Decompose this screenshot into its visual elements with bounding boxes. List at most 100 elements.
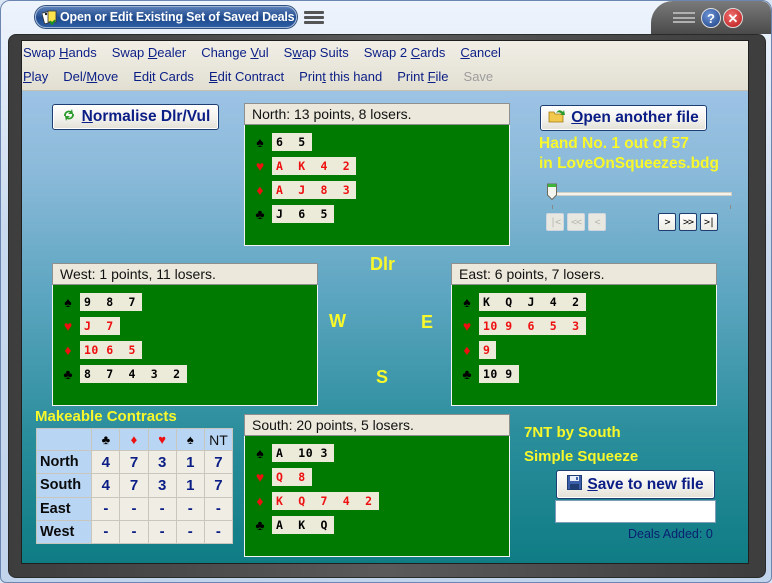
- window-menu-icon[interactable]: [304, 11, 324, 24]
- last-hand-button[interactable]: >|: [700, 213, 718, 231]
- heart-icon: ♥: [255, 158, 265, 174]
- north-diamond-cards[interactable]: A J 8 3: [272, 181, 357, 199]
- menu-item-swap-dealer[interactable]: Swap Dealer: [112, 45, 186, 65]
- east-diamond-cards[interactable]: 9: [479, 341, 497, 359]
- diamond-icon: ♦: [256, 493, 264, 509]
- menu-item-swap-hands[interactable]: Swap Hands: [23, 45, 97, 65]
- north-spade-row: ♠ 6 5: [253, 133, 312, 151]
- spade-icon: ♠: [64, 294, 72, 310]
- menu-row-2: Play Del/Move Edit Cards Edit Contract Print…: [23, 69, 508, 89]
- previous-hand-button: <: [588, 213, 606, 231]
- east-spade-row: ♠ K Q J 4 2: [460, 293, 586, 311]
- corner-cell: [35, 428, 93, 451]
- menu-item-edit-contract[interactable]: Edit Contract: [209, 69, 284, 89]
- tricks-cell: 3: [147, 449, 177, 475]
- east-club-row: ♣ 10 9: [460, 365, 519, 383]
- tricks-cell: -: [147, 519, 177, 545]
- close-button[interactable]: ✕: [723, 8, 743, 28]
- theme-text: Simple Squeeze: [524, 448, 639, 465]
- floppy-disk-icon: [567, 474, 583, 495]
- heart-icon: ♥: [255, 469, 265, 485]
- west-club-cards[interactable]: 8 7 4 3 2: [80, 365, 187, 383]
- tricks-cell: -: [203, 519, 234, 545]
- south-spade-cards[interactable]: A 10 3: [272, 444, 334, 462]
- tricks-cell: 4: [91, 449, 121, 475]
- normalise-label: Normalise Dlr/Vul: [81, 108, 211, 125]
- menu-item-play[interactable]: Play: [23, 69, 48, 89]
- player-name: West: [35, 519, 93, 545]
- slider-tick-start: [552, 205, 553, 209]
- normalise-dlr-vul-button[interactable]: Normalise Dlr/Vul: [52, 104, 219, 130]
- west-diamond-row: ♦ 10 6 5: [61, 341, 142, 359]
- save-to-new-file-button[interactable]: Save to new file: [556, 470, 715, 499]
- north-hand-summary: North: 13 points, 8 losers.: [244, 103, 510, 125]
- open-another-file-button[interactable]: Open another file: [540, 105, 707, 131]
- help-button[interactable]: ?: [701, 8, 721, 28]
- west-diamond-cards[interactable]: 10 6 5: [80, 341, 142, 359]
- west-hand: West: 1 points, 11 losers. ♠ 9 8 7 ♥ J 7 ♦ 10 …: [52, 263, 318, 406]
- tricks-cell: 4: [91, 473, 121, 498]
- slider-thumb[interactable]: [547, 183, 557, 201]
- west-heart-cards[interactable]: J 7: [80, 317, 120, 335]
- menu-item-swap-suits[interactable]: Swap Suits: [284, 45, 349, 65]
- app-cards-icon: [41, 9, 58, 26]
- menu-item-save: Save: [463, 69, 494, 84]
- save-label: Save to new file: [587, 475, 704, 493]
- west-card-table: ♠ 9 8 7 ♥ J 7 ♦ 10 6 5 ♣ 8 7 4 3 2: [52, 285, 318, 406]
- tricks-cell: 1: [175, 449, 205, 475]
- diamond-icon: ♦: [64, 342, 72, 358]
- menu-row-1: Swap Hands Swap Dealer Change Vul Swap Suit…: [23, 45, 516, 65]
- south-card-table: ♠ A 10 3 ♥ Q 8 ♦ K Q 7 4 2 ♣ A K Q: [244, 436, 510, 557]
- tricks-cell: -: [119, 519, 149, 545]
- title-bar: Open or Edit Existing Set of Saved Deals…: [1, 1, 771, 34]
- menu-item-change-vul[interactable]: Change Vul: [201, 45, 268, 65]
- west-spade-cards[interactable]: 9 8 7: [80, 293, 142, 311]
- south-heart-cards[interactable]: Q 8: [272, 468, 312, 486]
- tricks-cell: -: [119, 496, 149, 521]
- next-hand-button[interactable]: >: [658, 213, 676, 231]
- west-heart-row: ♥ J 7: [61, 317, 120, 335]
- menu-item-cancel[interactable]: Cancel: [460, 45, 500, 65]
- north-spade-cards[interactable]: 6 5: [272, 133, 312, 151]
- south-heart-row: ♥ Q 8: [253, 468, 312, 486]
- spade-icon: ♠: [463, 294, 471, 310]
- spade-icon: ♠: [256, 134, 264, 150]
- east-heart-cards[interactable]: 10 9 6 5 3: [479, 317, 586, 335]
- menu-item-edit-cards[interactable]: Edit Cards: [133, 69, 194, 89]
- south-diamond-cards[interactable]: K Q 7 4 2: [272, 492, 379, 510]
- table-header-row: ♣ ♦ ♥ ♠ NT: [35, 428, 234, 451]
- compass-south: S: [376, 367, 389, 387]
- dealer-indicator: Dlr: [370, 254, 396, 274]
- forward-many-button[interactable]: >>: [679, 213, 697, 231]
- tricks-cell: 3: [147, 473, 177, 498]
- hand-slider[interactable]: [556, 192, 732, 196]
- east-club-cards[interactable]: 10 9: [479, 365, 519, 383]
- tricks-cell: 7: [203, 473, 234, 498]
- hand-position-info: Hand No. 1 out of 57 in LoveOnSqueezes.b…: [539, 134, 719, 174]
- heart-icon: ♥: [63, 318, 73, 334]
- north-heart-row: ♥ A K 4 2: [253, 157, 357, 175]
- diamond-icon: ♦: [463, 342, 471, 358]
- west-club-row: ♣ 8 7 4 3 2: [61, 365, 187, 383]
- tricks-cell: 7: [119, 473, 149, 498]
- makeable-contracts-table: ♣ ♦ ♥ ♠ NT North 4 7 3 1 7 South 4 7 3 1 7 East - - - - - West…: [35, 428, 234, 545]
- south-club-cards[interactable]: A K Q: [272, 516, 334, 534]
- menu-item-swap-2-cards[interactable]: Swap 2 Cards: [364, 45, 446, 65]
- tricks-cell: -: [175, 519, 205, 545]
- diamond-icon: ♦: [256, 182, 264, 198]
- contract-info: 7NT by South Simple Squeeze: [524, 421, 638, 469]
- menu-item-del-move[interactable]: Del/Move: [63, 69, 118, 89]
- file-name-text: in LoveOnSqueezes.bdg: [539, 155, 719, 172]
- heart-icon: ♥: [462, 318, 472, 334]
- tricks-cell: 7: [203, 449, 234, 475]
- north-heart-cards[interactable]: A K 4 2: [272, 157, 357, 175]
- table-row: West - - - - -: [35, 519, 234, 545]
- new-file-name-input[interactable]: [555, 500, 716, 523]
- menu-item-print-file[interactable]: Print File: [397, 69, 448, 89]
- east-heart-row: ♥ 10 9 6 5 3: [460, 317, 586, 335]
- south-club-row: ♣ A K Q: [253, 516, 334, 534]
- no-trump-header: NT: [203, 428, 234, 451]
- east-spade-cards[interactable]: K Q J 4 2: [479, 293, 586, 311]
- north-club-cards[interactable]: J 6 5: [272, 205, 334, 223]
- menu-item-print-this-hand[interactable]: Print this hand: [299, 69, 382, 89]
